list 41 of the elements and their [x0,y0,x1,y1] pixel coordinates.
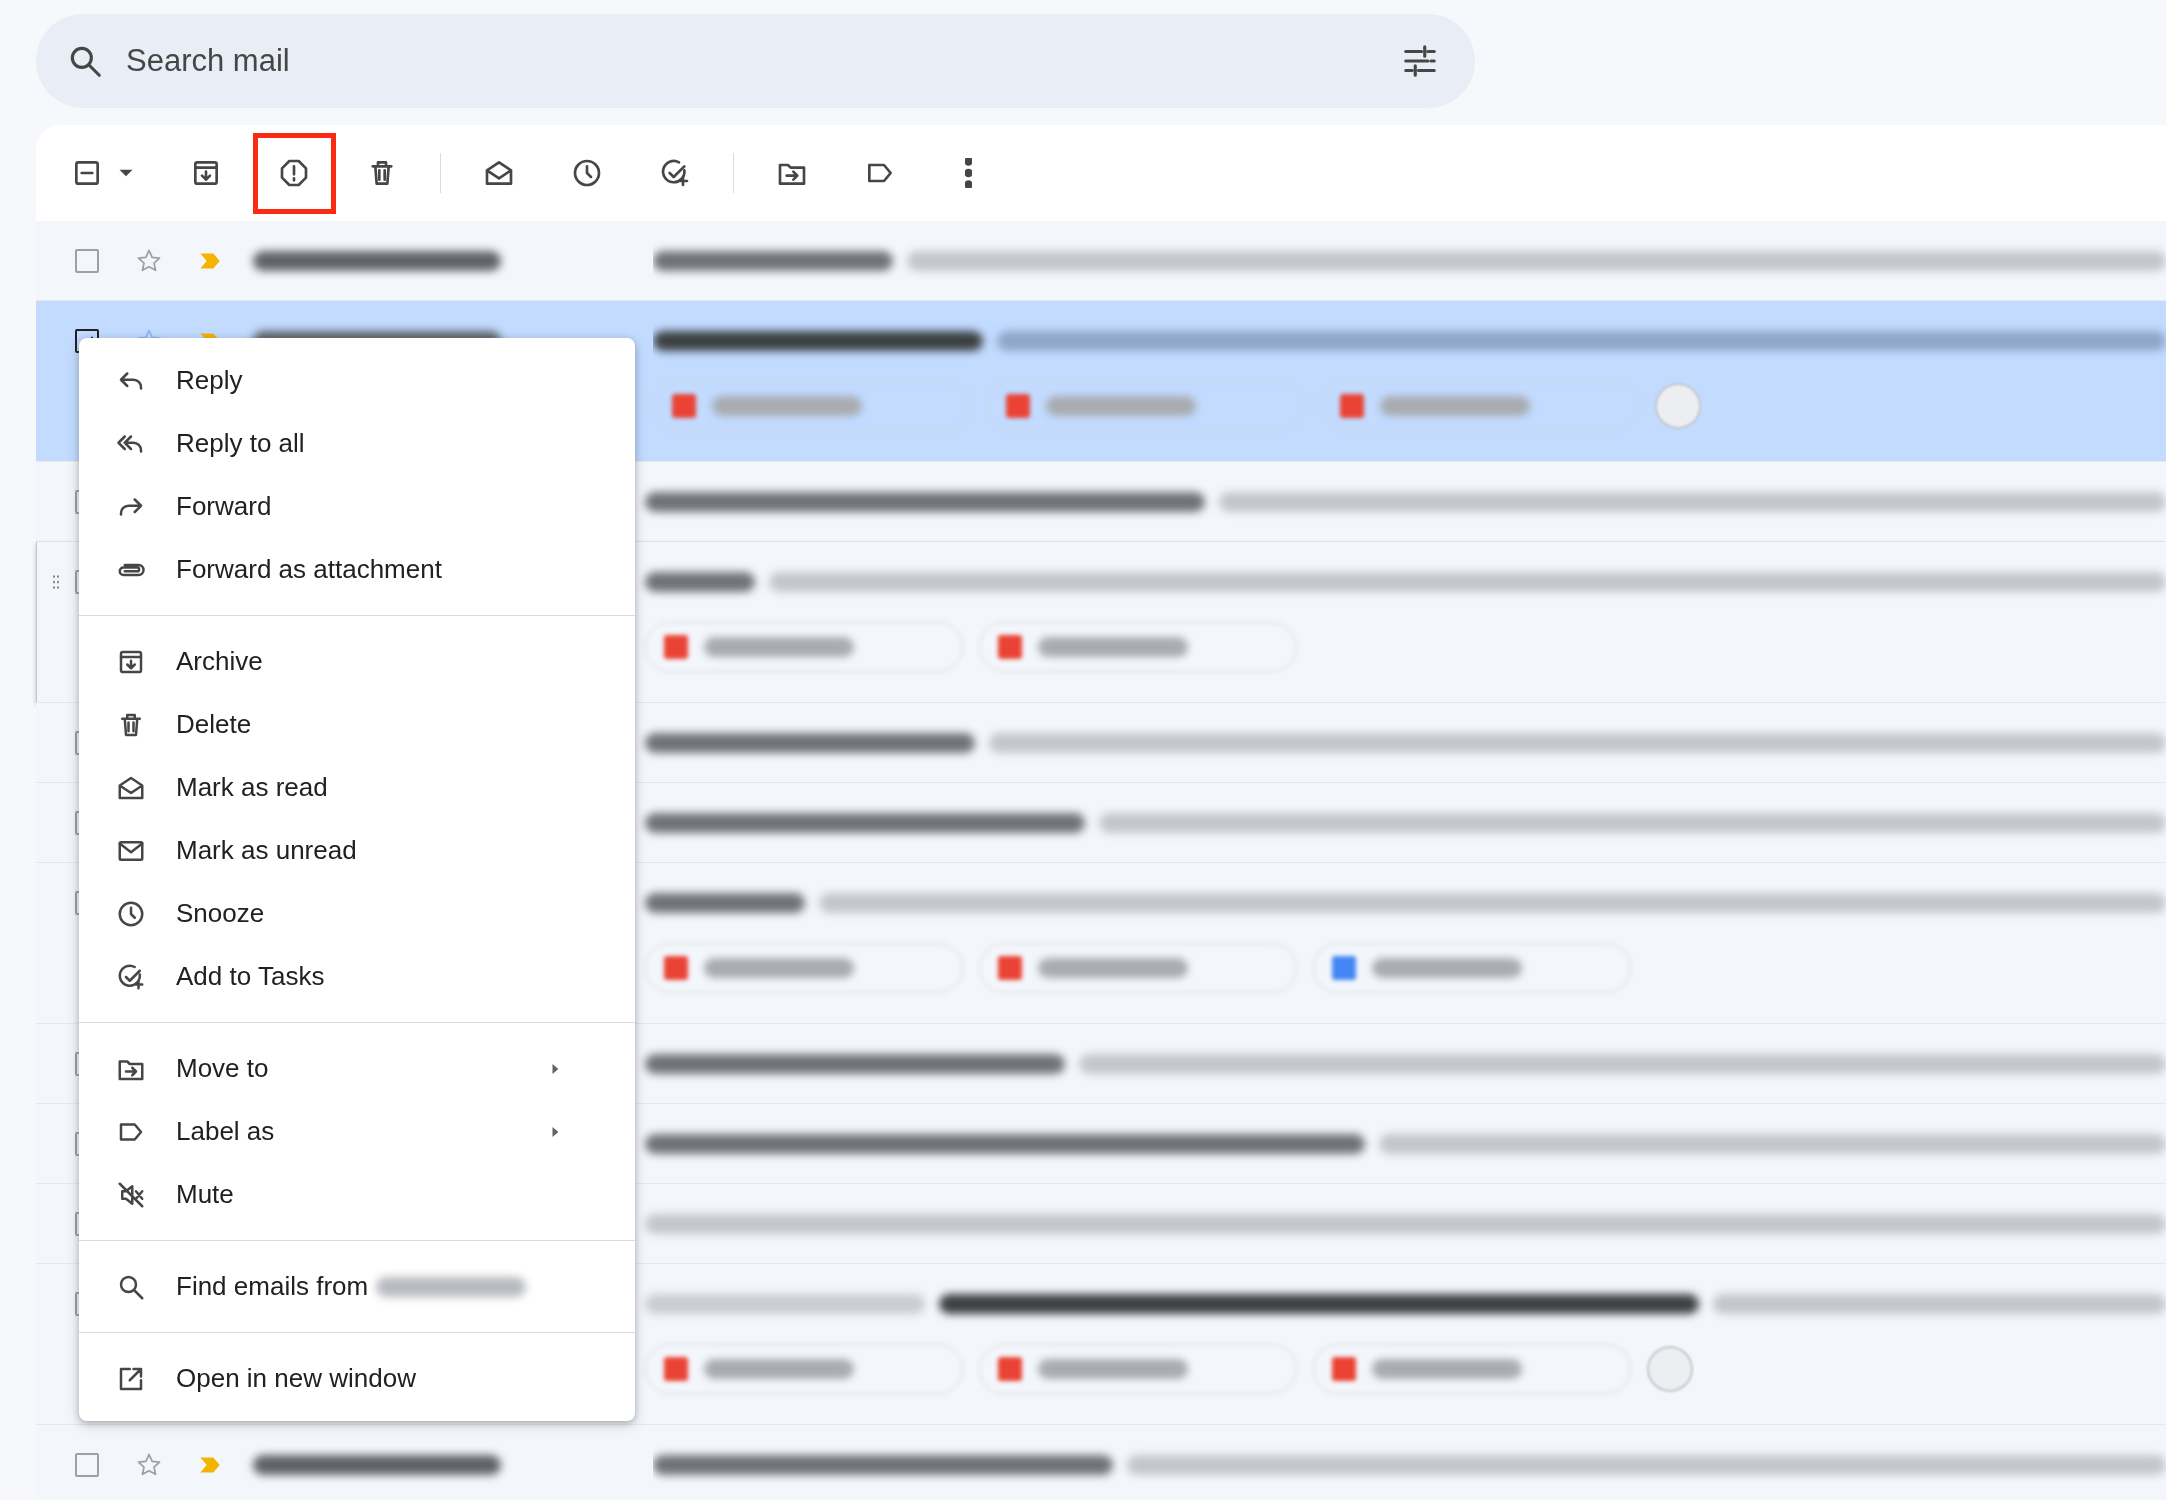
attachment-chip[interactable] [653,381,971,431]
menu-item[interactable]: Find emails from [79,1255,635,1318]
attachment-chip[interactable] [979,943,1297,993]
attachment-chip[interactable] [645,622,963,672]
email-row[interactable] [36,221,2166,301]
menu-item[interactable]: Move to [79,1037,635,1100]
menu-item[interactable]: Archive [79,630,635,693]
spam-icon [278,157,310,189]
more-icon [964,158,972,188]
menu-item[interactable]: Mute [79,1163,635,1226]
attachment-chip[interactable] [987,381,1305,431]
menu-item[interactable]: Label as [79,1100,635,1163]
menu-item[interactable]: Mark as unread [79,819,635,882]
filter-options-button[interactable] [1401,42,1439,80]
email-row[interactable] [36,1425,2166,1500]
search-field[interactable]: Search mail [36,14,1475,108]
sliders-icon [1401,42,1439,80]
attachment-chip[interactable] [1321,381,1639,431]
attachment-chip[interactable] [645,1344,963,1394]
attachment-chip[interactable] [1313,943,1631,993]
menu-item[interactable]: Snooze [79,882,635,945]
attachment-chip[interactable] [979,622,1297,672]
menu-item[interactable]: Forward [79,475,635,538]
search-input[interactable]: Search mail [124,36,1381,86]
row-checkbox[interactable] [75,249,99,273]
menu-item[interactable]: Mark as read [79,756,635,819]
menu-item[interactable]: Add to Tasks [79,945,635,1008]
menu-item[interactable]: Reply [79,349,635,412]
clock-icon [571,157,603,189]
menu-item[interactable]: Open in new window [79,1347,635,1410]
menu-item[interactable]: Reply to all [79,412,635,475]
menu-item[interactable]: Forward as attachment [79,538,635,601]
attachment-chip[interactable] [645,943,963,993]
task-check-icon [116,961,146,992]
row-checkbox[interactable] [75,1453,99,1477]
attachment-chip[interactable] [1313,1344,1631,1394]
task-check-icon [659,157,691,189]
attachment-chip[interactable] [979,1344,1297,1394]
spam-button[interactable] [252,132,336,214]
menu-item[interactable]: Delete [79,693,635,756]
muted-speaker-icon [116,1179,146,1210]
